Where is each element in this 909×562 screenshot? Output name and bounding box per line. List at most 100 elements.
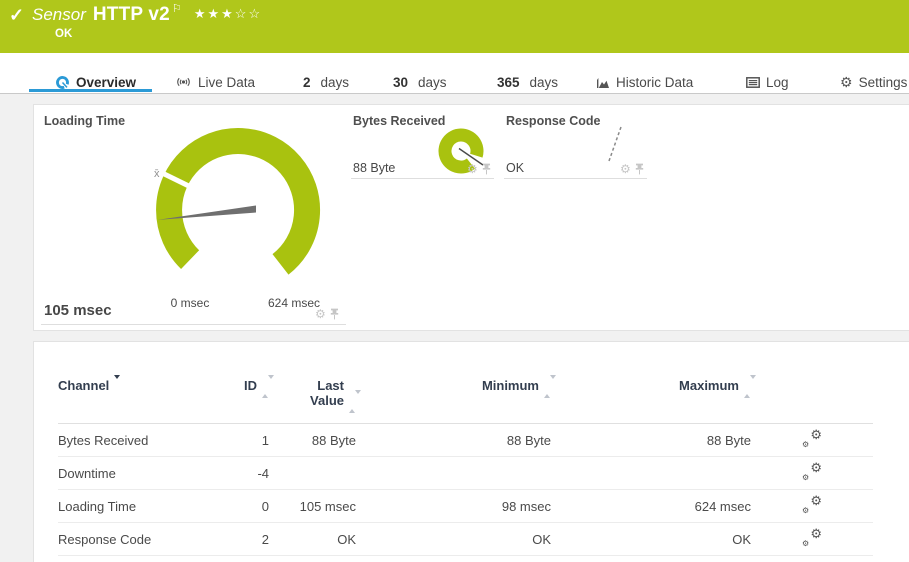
tab-label: Overview <box>76 75 136 90</box>
channel-name[interactable]: Downtime <box>58 457 233 490</box>
column-label: Maximum <box>679 378 739 393</box>
gauge-actions: ⚙ <box>620 163 644 175</box>
status-check-icon: ✓ <box>9 5 24 26</box>
column-header-channel[interactable]: Channel <box>58 378 233 424</box>
tab-live-data[interactable]: Live Data <box>175 73 255 91</box>
column-label: Channel <box>58 378 109 393</box>
tab-overview[interactable]: Overview <box>55 73 136 91</box>
log-icon <box>746 77 760 88</box>
tab-label: Historic Data <box>616 75 693 90</box>
tab-label: days <box>530 75 559 90</box>
channels-panel: Channel ID Last Value Minimum Maximum <box>33 341 909 562</box>
channel-id: -4 <box>233 457 269 490</box>
divider <box>351 178 494 179</box>
sensor-title: Sensor HTTP v2 ⚐ ★★★☆☆ <box>32 3 262 27</box>
gauge-scale-min: 0 msec <box>162 296 218 310</box>
channel-id: 0 <box>233 490 269 523</box>
channel-name[interactable]: Loading Time <box>58 490 233 523</box>
channel-last-value <box>269 457 356 490</box>
column-header-minimum[interactable]: Minimum <box>356 378 551 424</box>
tab-number: 365 <box>497 75 520 90</box>
tab-bar: Overview Live Data 2 days 30 days 365 da… <box>0 53 909 94</box>
channel-name[interactable]: Bytes Received <box>58 424 233 457</box>
channel-maximum: OK <box>551 523 751 556</box>
column-label: Minimum <box>482 378 539 393</box>
gear-icon[interactable]: ⚙ <box>315 308 326 320</box>
loading-time-gauge <box>118 121 328 306</box>
channel-settings-icon[interactable]: ⚙⚙ <box>802 462 822 481</box>
channel-settings-icon[interactable]: ⚙⚙ <box>802 429 822 448</box>
channel-maximum: 624 msec <box>551 490 751 523</box>
channel-id: 1 <box>233 424 269 457</box>
sort-icon <box>349 394 356 409</box>
gauge-title-loading-time: Loading Time <box>44 114 125 128</box>
sort-icon <box>544 379 551 394</box>
live-data-icon <box>175 76 192 88</box>
table-row: Response Code 2 OK OK OK ⚙⚙ <box>58 523 873 556</box>
column-label: Last Value <box>292 378 344 408</box>
pin-icon[interactable] <box>635 163 644 175</box>
status-badge: OK <box>55 28 72 40</box>
loading-time-value: 105 msec <box>44 302 112 319</box>
gauges-panel: Loading Time x̄ 0 msec 624 msec 105 msec… <box>33 104 909 331</box>
tab-number: 30 <box>393 75 408 90</box>
pin-icon[interactable] <box>482 163 491 175</box>
column-header-maximum[interactable]: Maximum <box>551 378 751 424</box>
sensor-header: ✓ Sensor HTTP v2 ⚐ ★★★☆☆ OK <box>0 0 909 53</box>
sort-icon <box>744 379 751 394</box>
channel-last-value: 105 msec <box>269 490 356 523</box>
sort-desc-icon <box>114 379 121 394</box>
channel-id: 2 <box>233 523 269 556</box>
channel-maximum <box>551 457 751 490</box>
tab-log[interactable]: Log <box>746 73 789 91</box>
tab-label: Live Data <box>198 75 255 90</box>
tab-label: Log <box>766 75 789 90</box>
divider <box>504 178 647 179</box>
channels-table: Channel ID Last Value Minimum Maximum <box>58 378 873 556</box>
table-header-row: Channel ID Last Value Minimum Maximum <box>58 378 873 424</box>
pin-icon[interactable] <box>330 308 339 320</box>
gauge-icon <box>55 75 70 90</box>
channel-settings-icon[interactable]: ⚙⚙ <box>802 495 822 514</box>
histogram-icon <box>596 76 610 89</box>
table-row: Bytes Received 1 88 Byte 88 Byte 88 Byte… <box>58 424 873 457</box>
channel-settings-icon[interactable]: ⚙⚙ <box>802 528 822 547</box>
active-tab-underline <box>29 89 152 92</box>
response-code-value: OK <box>506 161 524 175</box>
tab-historic-data[interactable]: Historic Data <box>596 73 693 91</box>
gauge-actions: ⚙ <box>467 163 491 175</box>
table-row: Loading Time 0 105 msec 98 msec 624 msec… <box>58 490 873 523</box>
channel-minimum: 88 Byte <box>356 424 551 457</box>
tab-label: days <box>418 75 447 90</box>
tab-label: days <box>321 75 350 90</box>
tab-30-days[interactable]: 30 days <box>393 73 447 91</box>
sort-icon <box>262 379 269 394</box>
priority-stars[interactable]: ★★★☆☆ <box>194 6 262 22</box>
channel-last-value: OK <box>269 523 356 556</box>
gear-icon: ⚙ <box>840 75 853 89</box>
gauge-title-bytes-received: Bytes Received <box>353 114 445 128</box>
tab-settings[interactable]: ⚙ Settings <box>840 73 907 91</box>
tab-number: 2 <box>303 75 311 90</box>
gear-icon[interactable]: ⚙ <box>467 163 478 175</box>
tab-365-days[interactable]: 365 days <box>497 73 558 91</box>
channel-minimum <box>356 457 551 490</box>
tab-2-days[interactable]: 2 days <box>303 73 349 91</box>
channel-last-value: 88 Byte <box>269 424 356 457</box>
bytes-received-value: 88 Byte <box>353 161 395 175</box>
gear-icon[interactable]: ⚙ <box>620 163 631 175</box>
gauge-actions: ⚙ <box>315 308 339 320</box>
column-header-last-value[interactable]: Last Value <box>269 378 356 424</box>
channel-minimum: OK <box>356 523 551 556</box>
sensor-name: HTTP v2 <box>93 3 170 26</box>
flag-icon[interactable]: ⚐ <box>172 2 182 15</box>
sensor-title-prefix: Sensor <box>32 3 86 27</box>
divider <box>41 324 346 325</box>
channel-name[interactable]: Response Code <box>58 523 233 556</box>
column-header-id[interactable]: ID <box>233 378 269 424</box>
tab-label: Settings <box>859 75 908 90</box>
column-header-settings <box>751 378 873 424</box>
table-row: Downtime -4 ⚙⚙ <box>58 457 873 490</box>
mean-marker: x̄ <box>154 168 160 180</box>
column-label: ID <box>244 378 257 393</box>
